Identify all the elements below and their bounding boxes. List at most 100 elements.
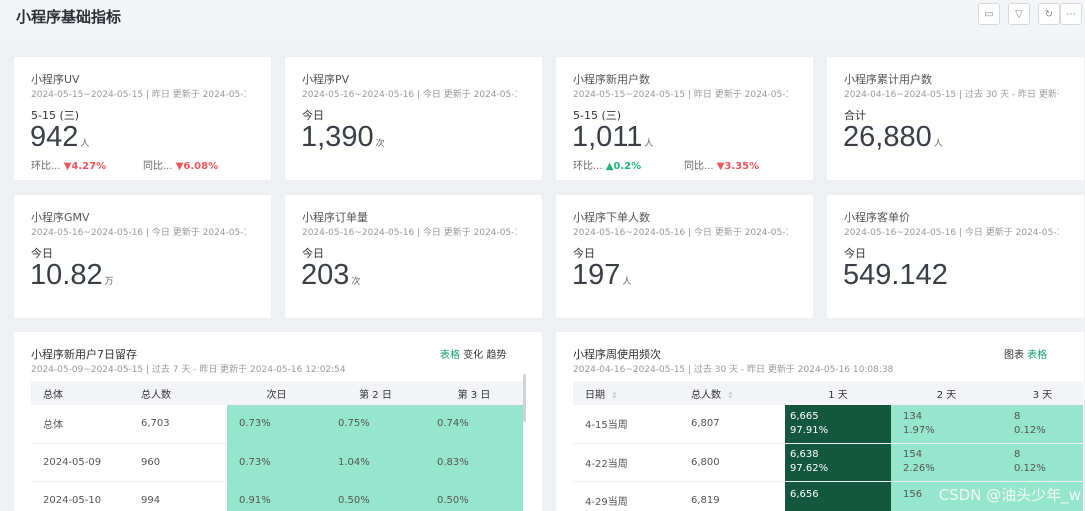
view-trend-link[interactable]: 趋势 (486, 350, 506, 361)
kpi-title: 小程序订单量 (302, 211, 368, 224)
kpi-subtitle: 2024-04-16~2024-05-15 | 过去 30 天 - 昨日 更新于… (844, 90, 1059, 100)
kpi-title: 小程序GMV (31, 211, 90, 224)
table-row[interactable]: 2024-05-10 994 0.91% 0.50% 0.50% (31, 481, 523, 511)
view-switch: 表格 变化 趋势 (440, 346, 506, 361)
kpi-subtitle: 2024-05-16~2024-05-16 | 今日 更新于 2024-05-1… (844, 228, 1059, 238)
kpi-subtitle: 2024-05-15~2024-05-15 | 昨日 更新于 2024-05-1… (573, 90, 788, 100)
kpi-value: 549.142 (843, 259, 948, 291)
kpi-value: 942 人 (30, 121, 90, 153)
kpi-title: 小程序UV (31, 73, 80, 86)
kpi-mom: 环比... ▼4.27% (31, 161, 107, 172)
panel-title: 小程序周使用频次 (573, 348, 661, 361)
kpi-value: 1,390 次 (301, 121, 385, 153)
kpi-title: 小程序累计用户数 (844, 73, 932, 86)
heat-cell: 6,665 97.91% (785, 405, 891, 444)
watermark: CSDN @油头少年_w (938, 486, 1081, 504)
kpi-card-orders[interactable]: 小程序订单量 2024-05-16~2024-05-16 | 今日 更新于 20… (285, 195, 542, 318)
view-chart-link[interactable]: 图表 (1004, 350, 1024, 361)
heat-cell: 8 0.12% (1002, 405, 1083, 444)
table-row[interactable]: 总体 6,703 0.73% 0.75% 0.74% (31, 405, 523, 444)
cell: 2024-05-10 (31, 481, 129, 511)
kpi-yoy: 同比... ▼6.08% (143, 161, 219, 172)
cell: 4-15当周 (573, 405, 679, 444)
heat-cell: 134 1.97% (891, 405, 1002, 444)
refresh-icon: ↻ (1044, 8, 1054, 20)
table-row[interactable]: 4-22当周 6,800 6,638 97.62% 154 2.26% 8 0.12% (573, 443, 1083, 482)
cell: 0.83% (425, 443, 523, 482)
cell: 994 (129, 481, 227, 511)
more-button[interactable]: ⋯ (1060, 3, 1082, 25)
kpi-title: 小程序客单价 (844, 211, 910, 224)
kpi-value: 203 次 (301, 259, 361, 291)
page-title: 小程序基础指标 (16, 8, 122, 26)
kpi-card-pv[interactable]: 小程序PV 2024-05-16~2024-05-16 | 今日 更新于 202… (285, 57, 542, 180)
cell: 6,703 (129, 405, 227, 444)
kpi-subtitle: 2024-05-15~2024-05-15 | 昨日 更新于 2024-05-1… (31, 90, 246, 100)
kpi-title: 小程序新用户数 (573, 73, 650, 86)
cell: 6,807 (679, 405, 785, 444)
kpi-value: 10.82 万 (30, 259, 114, 291)
kpi-subtitle: 2024-05-16~2024-05-16 | 今日 更新于 2024-05-1… (302, 90, 517, 100)
heat-cell: 154 2.26% (891, 443, 1002, 482)
kpi-card-uv[interactable]: 小程序UV 2024-05-15~2024-05-15 | 昨日 更新于 202… (14, 57, 271, 180)
col-header[interactable]: 总人数 (129, 381, 227, 405)
kpi-subtitle: 2024-05-16~2024-05-16 | 今日 更新于 2024-05-1… (573, 228, 788, 238)
kpi-subtitle: 2024-05-16~2024-05-16 | 今日 更新于 2024-05-1… (302, 228, 517, 238)
kpi-yoy: 同比... ▼3.35% (684, 161, 760, 172)
col-header[interactable]: 总人数 ⇕ (679, 381, 785, 405)
more-icon: ⋯ (1066, 8, 1076, 20)
cell: 960 (129, 443, 227, 482)
kpi-value: 197 人 (572, 259, 632, 291)
panel-subtitle: 2024-04-16~2024-05-15 | 过去 30 天 - 昨日 更新于… (573, 365, 894, 375)
col-header[interactable]: 日期 ⇕ (573, 381, 679, 405)
cell: 2024-05-09 (31, 443, 129, 482)
kpi-card-buyers[interactable]: 小程序下单人数 2024-05-16~2024-05-16 | 今日 更新于 2… (556, 195, 813, 318)
kpi-card-total-users[interactable]: 小程序累计用户数 2024-04-16~2024-05-15 | 过去 30 天… (827, 57, 1084, 180)
top-bar: 小程序基础指标 ▭ ▽ ↻ ⋯ (0, 0, 1085, 40)
kpi-value: 26,880 人 (843, 121, 943, 153)
col-header[interactable]: 3 天 (1002, 381, 1083, 405)
col-header[interactable]: 第 3 日 (425, 381, 523, 405)
retention-table: 总体 总人数 次日 第 2 日 第 3 日 总体 6,703 0.73% 0.7… (31, 381, 523, 511)
cell: 4-29当周 (573, 481, 679, 511)
panel-subtitle: 2024-05-09~2024-05-15 | 过去 7 天 - 昨日 更新于 … (31, 365, 346, 375)
cell: 6,800 (679, 443, 785, 482)
heat-cell: 6,656 (785, 481, 891, 511)
table-row[interactable]: 4-15当周 6,807 6,665 97.91% 134 1.97% 8 0.12% (573, 405, 1083, 444)
col-header[interactable]: 总体 (31, 381, 129, 405)
cell: 0.73% (227, 443, 326, 482)
fullscreen-icon: ▭ (984, 8, 994, 20)
col-header[interactable]: 次日 (227, 381, 326, 405)
view-change-link[interactable]: 变化 (463, 350, 483, 361)
kpi-card-avg-price[interactable]: 小程序客单价 2024-05-16~2024-05-16 | 今日 更新于 20… (827, 195, 1084, 318)
heat-cell: 8 0.12% (1002, 443, 1083, 482)
col-header[interactable]: 第 2 日 (326, 381, 425, 405)
sort-icon: ⇕ (611, 390, 618, 400)
table-scrollbar[interactable] (523, 374, 526, 422)
view-table-link[interactable]: 表格 (1027, 350, 1047, 361)
cell: 6,819 (679, 481, 785, 511)
kpi-title: 小程序下单人数 (573, 211, 650, 224)
kpi-card-new-users[interactable]: 小程序新用户数 2024-05-15~2024-05-15 | 昨日 更新于 2… (556, 57, 813, 180)
table-row[interactable]: 2024-05-09 960 0.73% 1.04% 0.83% (31, 443, 523, 482)
cell: 0.50% (425, 481, 523, 511)
sort-icon: ⇕ (727, 390, 734, 400)
table-header: 日期 ⇕ 总人数 ⇕ 1 天 2 天 3 天 (573, 381, 1083, 405)
col-header[interactable]: 1 天 (785, 381, 891, 405)
cell: 0.75% (326, 405, 425, 444)
kpi-card-gmv[interactable]: 小程序GMV 2024-05-16~2024-05-16 | 今日 更新于 20… (14, 195, 271, 318)
col-header[interactable]: 2 天 (891, 381, 1002, 405)
view-table-link[interactable]: 表格 (440, 350, 460, 361)
cell: 0.91% (227, 481, 326, 511)
kpi-value: 1,011 人 (572, 121, 654, 153)
cell: 总体 (31, 405, 129, 444)
filter-button[interactable]: ▽ (1008, 3, 1030, 25)
view-switch: 图表 表格 (1004, 346, 1047, 361)
panel-title: 小程序新用户7日留存 (31, 348, 137, 361)
filter-icon: ▽ (1015, 8, 1023, 20)
fullscreen-button[interactable]: ▭ (978, 3, 1000, 25)
cell: 4-22当周 (573, 443, 679, 482)
cell: 0.50% (326, 481, 425, 511)
retention-panel: 小程序新用户7日留存 2024-05-09~2024-05-15 | 过去 7 … (14, 332, 542, 511)
refresh-button[interactable]: ↻ (1038, 3, 1060, 25)
